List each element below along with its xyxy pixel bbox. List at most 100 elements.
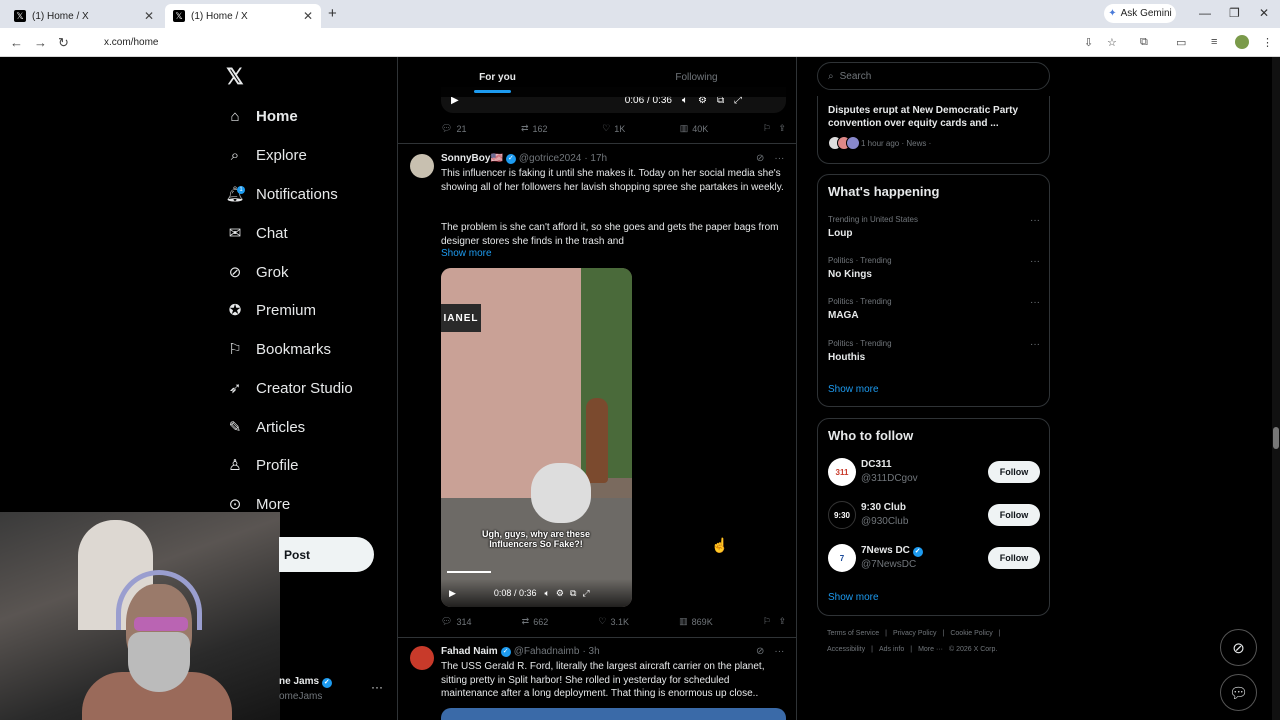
nav-articles[interactable]: ✎ Articles [226, 414, 386, 440]
nav-profile[interactable]: ♙ Profile [226, 452, 386, 478]
repost-button[interactable]: ⇄ 162 [521, 123, 548, 134]
tweet-image[interactable] [441, 708, 786, 720]
browser-tab-1[interactable]: 𝕏 (1) Home / X ✕ [6, 4, 162, 28]
close-tab-icon[interactable]: ✕ [303, 9, 313, 23]
nav-chat[interactable]: ✉ Chat [226, 220, 386, 246]
cast-icon[interactable]: ▭ [1176, 36, 1186, 49]
back-icon[interactable]: ← [10, 35, 23, 50]
grok-fab-button[interactable]: ⊘ [1220, 629, 1257, 666]
trend-item[interactable]: Politics · Trending Houthis ··· [828, 339, 1040, 363]
page-scrollbar[interactable] [1272, 57, 1280, 720]
fullscreen-icon[interactable]: ⤢ [582, 588, 589, 599]
trend-item[interactable]: Politics · Trending No Kings ··· [828, 256, 1040, 280]
footer-link[interactable]: Accessibility [827, 646, 865, 653]
video-controls: ▶ 0:08 / 0:36 🔈︎ ⚙ ⧉ ⤢ [441, 579, 632, 607]
bookmark-button[interactable]: ⚐ ⇪ [763, 616, 786, 627]
like-button[interactable]: ♡ 3.1K [598, 616, 629, 627]
trend-item[interactable]: Trending in United States Loup ··· [828, 215, 1040, 239]
store-sign: IANEL [441, 304, 481, 332]
pip-icon[interactable]: ⧉ [570, 588, 576, 599]
extensions-icon[interactable]: ⧉ [1140, 36, 1148, 49]
reply-button[interactable]: 💬︎ 314 [441, 616, 471, 627]
post-button[interactable]: Post [279, 537, 374, 572]
follow-button[interactable]: Follow [988, 504, 1040, 526]
bookmark-button[interactable]: ⚐ ⇪ [763, 123, 786, 134]
ask-gemini-button[interactable]: ✦ Ask Gemini [1104, 4, 1176, 23]
nav-explore[interactable]: ⌕ Explore [226, 142, 386, 168]
views-button[interactable]: ▥ 869K [679, 616, 713, 627]
close-tab-icon[interactable]: ✕ [144, 9, 154, 23]
restore-icon[interactable]: ❐ [1229, 6, 1240, 20]
tab-for-you[interactable]: For you [398, 57, 597, 97]
new-tab-icon[interactable]: + [328, 5, 337, 22]
follow-button[interactable]: Follow [988, 461, 1040, 483]
author-name[interactable]: Fahad Naim [441, 646, 498, 657]
play-icon[interactable]: ▶ [449, 588, 456, 599]
follow-suggestion[interactable]: 7 7News DC ✓ @7NewsDC Follow [828, 544, 1040, 574]
repost-button[interactable]: ⇄ 662 [522, 616, 549, 627]
grok-icon[interactable]: ⊘ [756, 646, 764, 657]
tweet-time[interactable]: · 3h [582, 646, 599, 657]
more-icon[interactable]: ··· [1030, 297, 1040, 308]
forward-icon[interactable]: → [34, 35, 47, 50]
grok-icon[interactable]: ⊘ [756, 153, 764, 164]
more-icon[interactable]: ··· [774, 153, 784, 164]
more-icon[interactable]: ··· [774, 646, 784, 657]
tab-following[interactable]: Following [597, 57, 796, 97]
follow-suggestion[interactable]: 311 DC311 @311DCgov Follow [828, 458, 1040, 488]
scrollbar-thumb[interactable] [1273, 427, 1279, 449]
nav-creator-studio[interactable]: ➶ Creator Studio [226, 375, 386, 401]
nav-notifications[interactable]: 🔔︎ 1 Notifications [225, 181, 386, 207]
author-name[interactable]: SonnyBoy🇺🇸 [441, 153, 503, 164]
footer-link[interactable]: Privacy Policy [893, 630, 937, 637]
like-button[interactable]: ♡ 1K [602, 123, 625, 134]
footer-link[interactable]: Ads info [879, 646, 904, 653]
x-favicon-icon: 𝕏 [14, 10, 26, 22]
more-icon[interactable]: ··· [1030, 215, 1040, 226]
url-field[interactable]: x.com/home [82, 31, 1102, 54]
browser-menu-icon[interactable]: ⋮ [1262, 36, 1273, 49]
show-more-link[interactable]: Show more [828, 384, 879, 395]
account-switcher[interactable]: ne Jams ✓ omeJams [279, 676, 332, 702]
reply-button[interactable]: 💬︎ 21 [441, 123, 466, 134]
minimize-icon[interactable]: — [1199, 6, 1211, 20]
trend-item[interactable]: Politics · Trending MAGA ··· [828, 297, 1040, 321]
follow-suggestion[interactable]: 9:30 9:30 Club @930Club Follow [828, 501, 1040, 531]
author-handle[interactable]: @gotrice2024 [519, 153, 581, 164]
browser-tab-2[interactable]: 𝕏 (1) Home / X ✕ [165, 4, 321, 28]
footer-link[interactable]: More ··· [918, 646, 943, 653]
avatar[interactable] [410, 646, 434, 670]
nav-bookmarks[interactable]: ⚐ Bookmarks [226, 336, 386, 362]
follow-button[interactable]: Follow [988, 547, 1040, 569]
window-close-icon[interactable]: ✕ [1259, 6, 1269, 20]
settings-icon[interactable]: ⚙ [556, 588, 564, 599]
nav-home[interactable]: ⌂ Home [226, 103, 386, 129]
footer-link[interactable]: Cookie Policy [950, 630, 992, 637]
news-card[interactable]: Disputes erupt at New Democratic Party c… [817, 96, 1050, 164]
show-more-link[interactable]: Show more [441, 248, 492, 259]
tweet-time[interactable]: · 17h [584, 153, 607, 164]
more-icon[interactable]: ··· [1030, 339, 1040, 350]
avatar[interactable] [410, 154, 434, 178]
volume-icon[interactable]: 🔈︎ [544, 588, 549, 599]
reload-icon[interactable]: ↻ [58, 35, 69, 51]
footer-link[interactable]: Terms of Service [827, 630, 879, 637]
tweet-video[interactable]: IANEL Ugh, guys, why are these Influence… [441, 268, 632, 607]
x-logo[interactable]: 𝕏 [226, 64, 244, 90]
nav-premium[interactable]: ✪ Premium [226, 297, 386, 323]
install-app-icon[interactable]: ⇩ [1084, 36, 1093, 49]
more-icon[interactable]: ··· [1030, 256, 1040, 267]
account-more-icon[interactable]: ··· [371, 680, 383, 694]
nav-grok[interactable]: ⊘ Grok [226, 259, 386, 285]
who-to-follow-card: Who to follow 311 DC311 @311DCgov Follow… [817, 418, 1050, 616]
tweet-tools: ⊘ ··· [756, 153, 784, 164]
profile-avatar[interactable] [1235, 35, 1249, 49]
media-controls-icon[interactable]: ≡ [1211, 36, 1217, 48]
show-more-link[interactable]: Show more [828, 592, 879, 603]
chat-fab-button[interactable]: 💬︎ [1220, 674, 1257, 711]
search-input[interactable]: ⌕ Search [817, 62, 1050, 90]
video-progress[interactable] [447, 571, 491, 573]
views-button[interactable]: ▥ 40K [680, 123, 709, 134]
bookmark-star-icon[interactable]: ☆ [1107, 36, 1117, 49]
author-handle[interactable]: @Fahadnaimb [514, 646, 580, 657]
